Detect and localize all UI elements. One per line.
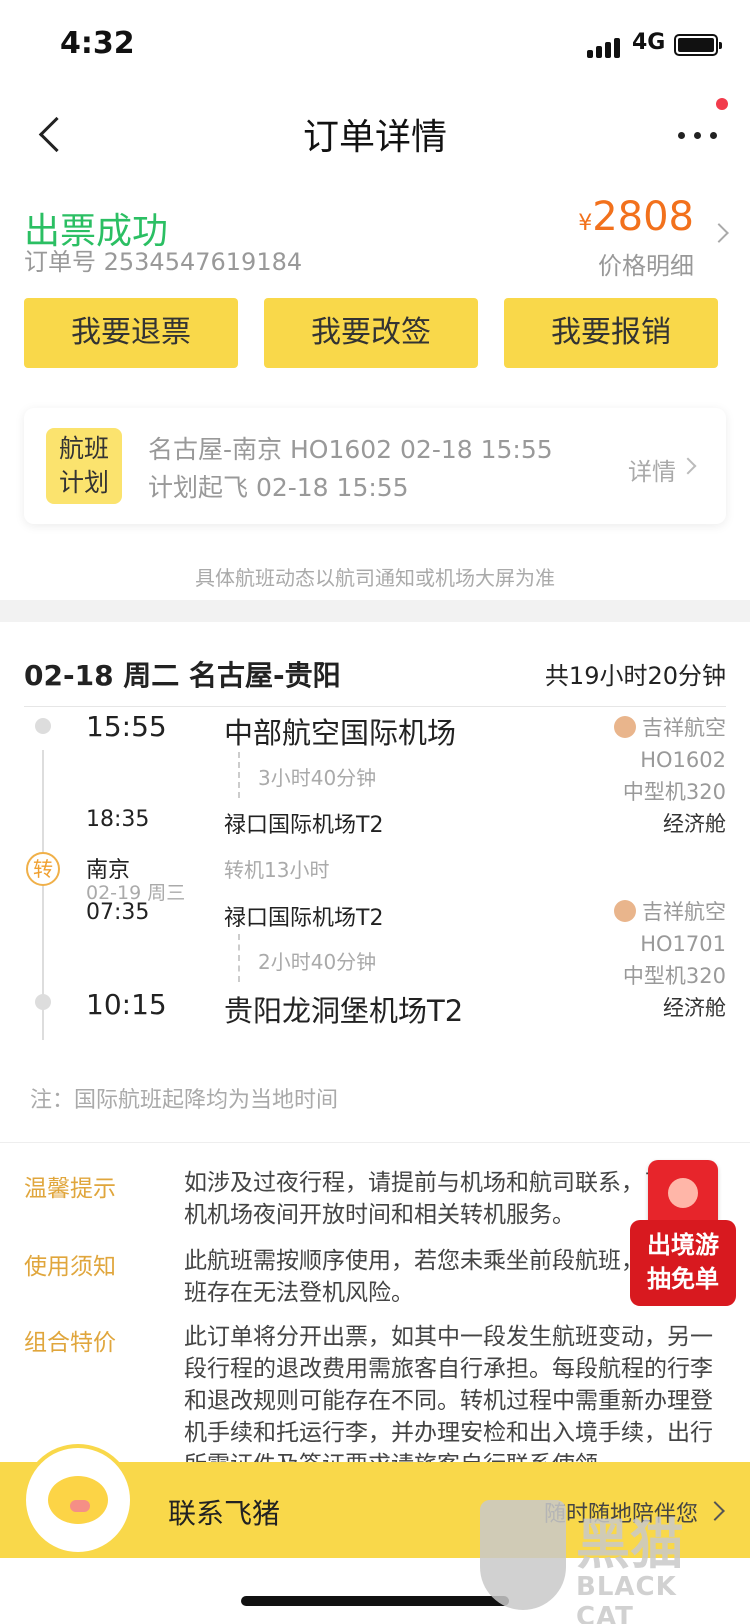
more-icon[interactable] xyxy=(676,98,728,150)
seg2-flight-info: 吉祥航空 HO1701 中型机320 经济舱 xyxy=(614,896,726,1024)
page-title: 订单详情 xyxy=(302,117,447,158)
reimburse-button[interactable]: 我要报销 xyxy=(504,298,718,368)
tip-text-combo: 此订单将分开出票，如其中一段发生航班变动，另一段行程的退改费用需旅客自行承担。每… xyxy=(184,1324,713,1478)
seg1-arrival-time: 18:35 xyxy=(86,807,150,832)
nav-bar: 订单详情 xyxy=(0,90,750,180)
divider xyxy=(24,706,726,707)
refund-button[interactable]: 我要退票 xyxy=(24,298,238,368)
seg2-duration: 2小时40分钟 xyxy=(258,950,377,974)
seg1-flight-info: 吉祥航空 HO1602 中型机320 经济舱 xyxy=(614,712,726,840)
seg2-arrival-airport: 贵阳龙洞堡机场T2 xyxy=(224,994,464,1028)
order-number: 订单号 2534547619184 xyxy=(24,248,303,276)
itinerary-note: 注：国际航班起降均为当地时间 xyxy=(30,1088,339,1113)
flight-plan-detail-link[interactable]: 详情 xyxy=(628,452,676,487)
seg1-departure-time: 15:55 xyxy=(86,710,167,743)
chevron-right-icon[interactable] xyxy=(679,457,697,475)
itinerary-section: 02-18 周二 名古屋-贵阳 共19小时20分钟 转 15:55 中部航空国际… xyxy=(0,622,750,1142)
flight-plan-tag-line2: 计划 xyxy=(58,468,109,497)
seg1-aircraft: 中型机320 xyxy=(622,780,726,804)
seg1-duration: 3小时40分钟 xyxy=(258,766,377,790)
tip-label-combo: 组合特价 xyxy=(24,1330,116,1356)
home-indicator[interactable] xyxy=(241,1596,509,1606)
promo-badge[interactable]: 出境游 抽免单 xyxy=(630,1160,736,1312)
pig-mascot-icon xyxy=(22,1444,134,1556)
timeline-start-dot xyxy=(35,718,51,734)
seg1-dash-line xyxy=(238,752,240,798)
cat-shield-icon xyxy=(480,1500,566,1610)
airline-logo-icon xyxy=(614,900,636,922)
seg2-arrival-time: 10:15 xyxy=(86,988,167,1021)
airline-logo-icon xyxy=(614,716,636,738)
tip-label-reminder: 温馨提示 xyxy=(24,1176,116,1202)
flight-plan-tag-line1: 航班 xyxy=(58,434,109,463)
seg2-aircraft: 中型机320 xyxy=(622,964,726,988)
chevron-right-icon[interactable] xyxy=(709,223,729,243)
network-type: 4G xyxy=(632,30,666,55)
contact-label[interactable]: 联系飞猪 xyxy=(168,1492,280,1532)
order-summary: 出票成功 订单号 2534547619184 ¥2808 价格明细 我要退票 我… xyxy=(0,180,750,600)
order-price[interactable]: ¥2808 xyxy=(578,194,694,240)
flight-plan-route: 名古屋-南京 HO1602 02-18 15:55 xyxy=(148,435,553,464)
tip-label-usage: 使用须知 xyxy=(24,1254,116,1280)
signal-icon xyxy=(587,36,627,58)
change-button[interactable]: 我要改签 xyxy=(264,298,478,368)
seg2-cabin: 经济舱 xyxy=(663,996,726,1020)
promo-line1: 出境游 xyxy=(647,1231,719,1259)
status-time: 4:32 xyxy=(60,26,135,61)
watermark-cn: 黑猫 xyxy=(576,1513,684,1576)
promo-text: 出境游 抽免单 xyxy=(630,1220,736,1306)
itinerary-total-duration: 共19小时20分钟 xyxy=(544,662,726,690)
battery-icon xyxy=(674,34,722,56)
status-bar: 4:32 4G xyxy=(0,0,750,90)
seg2-dash-line xyxy=(238,934,240,982)
seg2-flight-number: HO1701 xyxy=(640,932,726,956)
notification-dot-icon xyxy=(716,98,728,110)
seg1-airline: 吉祥航空 xyxy=(642,716,726,740)
seg1-arrival-airport: 禄口国际机场T2 xyxy=(224,813,384,838)
currency-symbol: ¥ xyxy=(578,211,593,236)
price-amount: 2808 xyxy=(592,194,694,240)
transfer-info: 转机13小时 xyxy=(224,858,330,882)
seg2-departure-time: 07:35 xyxy=(86,900,150,925)
watermark: 黑猫 BLACK CAT xyxy=(480,1500,730,1624)
watermark-en: BLACK CAT xyxy=(576,1572,677,1624)
promo-line2: 抽免单 xyxy=(647,1265,719,1293)
flight-plan-card[interactable]: 航班 计划 名古屋-南京 HO1602 02-18 15:55 计划起飞 02-… xyxy=(24,408,726,524)
seg1-flight-number: HO1602 xyxy=(640,748,726,772)
itinerary-header: 02-18 周二 名古屋-贵阳 xyxy=(24,659,341,692)
flight-plan-takeoff: 计划起飞 02-18 15:55 xyxy=(148,473,409,502)
seg1-departure-airport: 中部航空国际机场 xyxy=(224,716,457,750)
seg1-cabin: 经济舱 xyxy=(663,812,726,836)
flight-plan-tag: 航班 计划 xyxy=(46,428,122,504)
timeline-end-dot xyxy=(35,994,51,1010)
transfer-badge: 转 xyxy=(26,852,60,886)
price-detail-link[interactable]: 价格明细 xyxy=(598,246,694,281)
flight-plan-note: 具体航班动态以航司通知或机场大屏为准 xyxy=(195,566,555,590)
seg2-departure-airport: 禄口国际机场T2 xyxy=(224,906,384,931)
seg2-airline: 吉祥航空 xyxy=(642,900,726,924)
